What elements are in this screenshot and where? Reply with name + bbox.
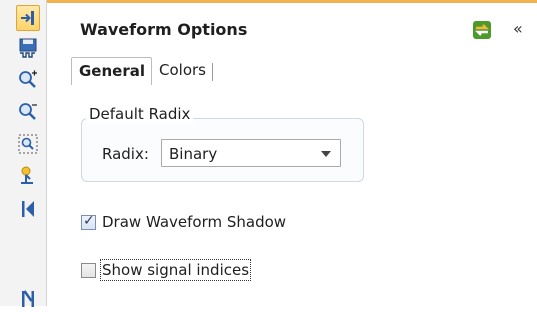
tab-general[interactable]: General	[71, 57, 152, 85]
tab-divider	[211, 63, 213, 81]
tab-colors[interactable]: Colors	[152, 57, 212, 85]
sync-icon[interactable]	[472, 20, 492, 40]
tab-bar: General Colors	[71, 57, 213, 85]
save-format-button[interactable]	[16, 35, 40, 61]
insert-cursor-icon	[21, 11, 34, 25]
insert-cursor-button[interactable]	[16, 5, 40, 31]
draw-shadow-label: Draw Waveform Shadow	[102, 213, 287, 231]
go-next-icon	[22, 290, 34, 307]
default-radix-legend: Default Radix	[86, 105, 194, 123]
collapse-icon[interactable]: «	[513, 19, 523, 38]
go-next-button[interactable]	[16, 286, 40, 312]
cursor-marker-button[interactable]	[16, 163, 40, 189]
draw-shadow-checkbox[interactable]	[81, 213, 96, 230]
radix-label: Radix:	[102, 145, 149, 163]
zoom-fit-icon	[18, 134, 38, 154]
show-indices-checkbox[interactable]	[81, 262, 96, 278]
radix-select-value: Binary	[169, 145, 218, 163]
go-first-icon	[22, 201, 34, 217]
save-format-icon	[19, 38, 37, 58]
zoom-in-icon	[19, 70, 37, 88]
draw-shadow-option[interactable]: Draw Waveform Shadow	[81, 213, 286, 231]
radix-select[interactable]: Binary	[161, 139, 341, 167]
panel-title: Waveform Options	[80, 20, 248, 39]
go-first-button[interactable]	[16, 196, 40, 222]
show-indices-option[interactable]: Show signal indices	[81, 259, 252, 281]
waveform-options-panel: Waveform Options « General Colors Defaul…	[47, 0, 537, 306]
zoom-in-button[interactable]	[16, 67, 40, 93]
zoom-out-icon	[19, 103, 37, 120]
show-indices-label: Show signal indices	[99, 259, 252, 281]
cursor-marker-icon	[21, 166, 33, 184]
panel-accent-line	[47, 0, 537, 3]
left-toolbar	[0, 0, 47, 307]
zoom-fit-button[interactable]	[16, 131, 40, 157]
chevron-down-icon	[321, 151, 331, 157]
zoom-out-button[interactable]	[16, 99, 40, 125]
